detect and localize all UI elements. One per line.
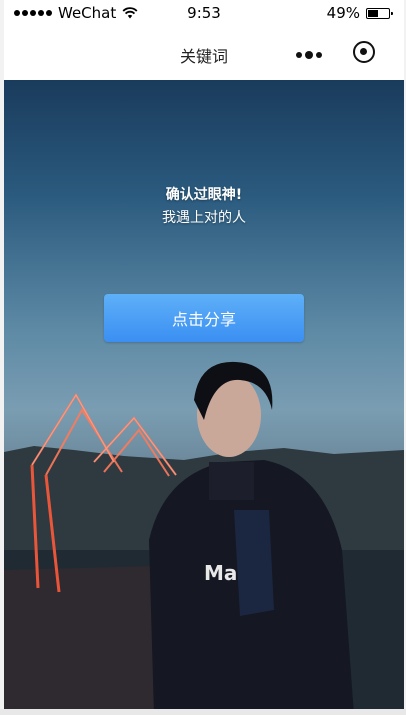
nav-bar: 关键词 [4, 28, 404, 80]
share-button[interactable]: 点击分享 [104, 294, 304, 342]
more-icon[interactable] [296, 50, 326, 60]
status-right: 49% [326, 4, 393, 22]
water-reflection [4, 566, 154, 715]
message-text: 确认过眼神! 我遇上对的人 [4, 184, 404, 230]
photo-illustration: Ma [4, 361, 404, 715]
phone-screen: WeChat 9:53 49% 关键词 Ma 确认过眼神! 我遇上对的人 点击分… [4, 0, 404, 715]
svg-text:Ma: Ma [204, 561, 237, 585]
message-line-2: 我遇上对的人 [162, 210, 246, 226]
battery-icon [366, 7, 393, 19]
close-icon[interactable] [353, 41, 375, 63]
person: Ma [149, 361, 354, 715]
page-title: 关键词 [179, 47, 228, 66]
message-line-1: 确认过眼神! [165, 187, 243, 203]
status-bar: WeChat 9:53 49% [4, 0, 404, 28]
battery-percent: 49% [326, 4, 360, 22]
background-photo: Ma 确认过眼神! 我遇上对的人 点击分享 [4, 80, 404, 715]
bottom-edge [0, 709, 406, 715]
